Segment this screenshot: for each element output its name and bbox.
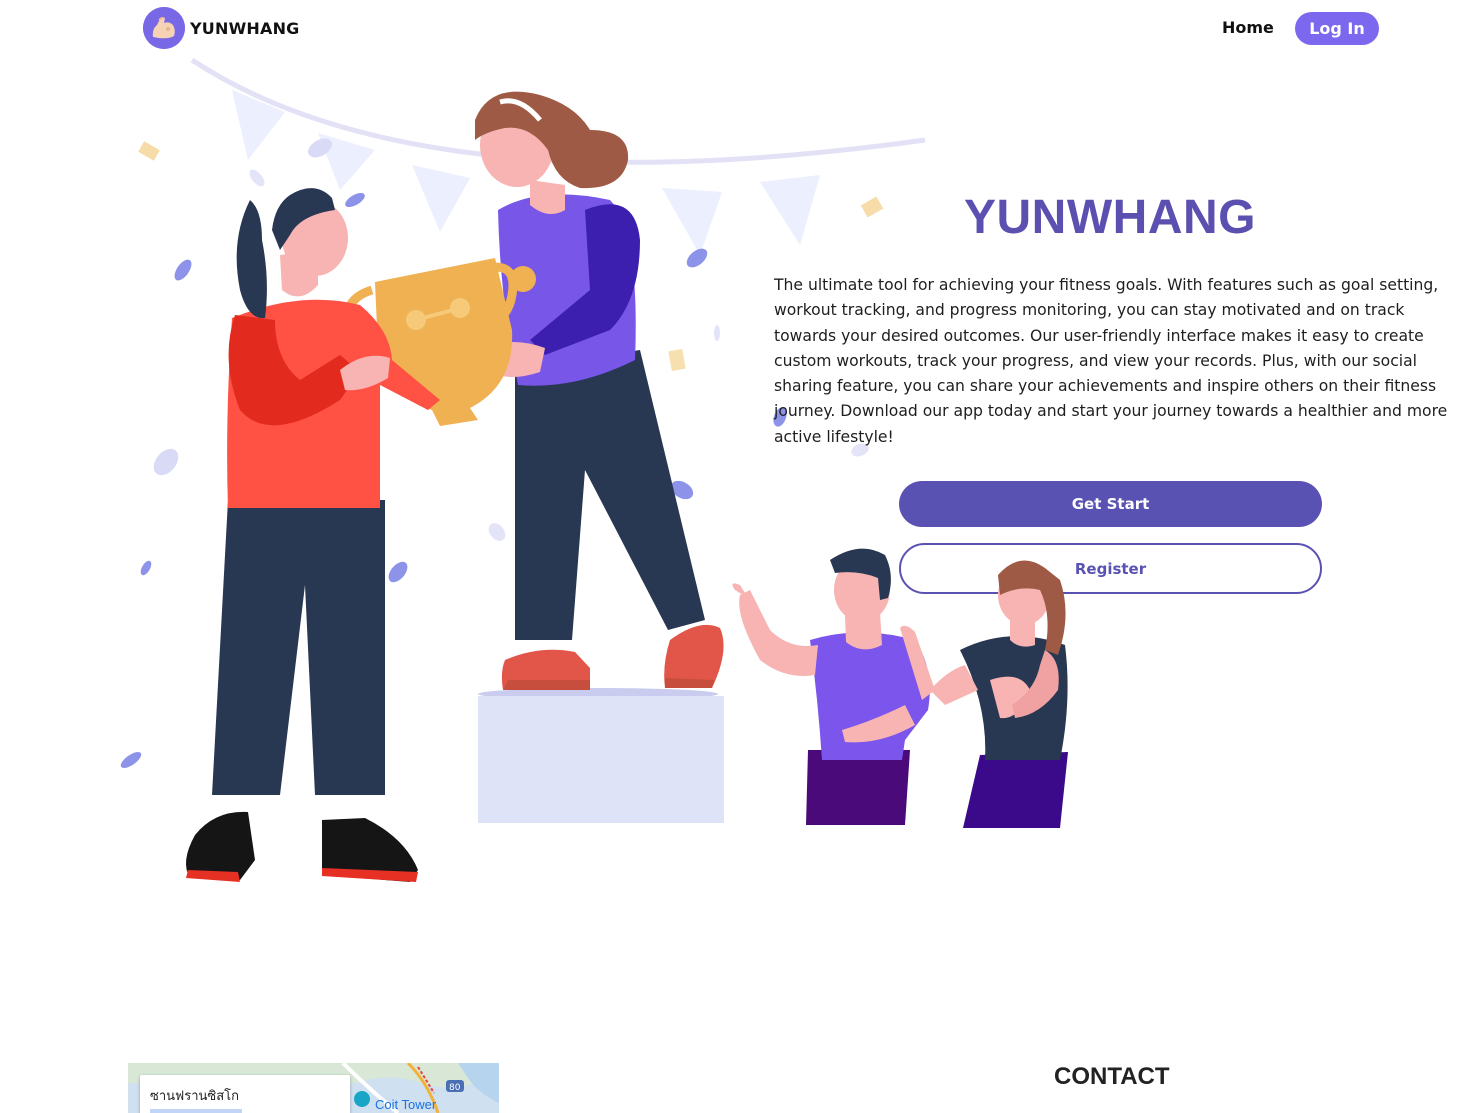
flexed-arm-icon [143, 7, 185, 49]
contact-heading: CONTACT [1054, 1063, 1170, 1090]
map-landmark-label: Coit Tower [375, 1097, 437, 1112]
map-place-name: ซานฟรานซิสโก [150, 1089, 239, 1104]
get-start-button[interactable]: Get Start [899, 481, 1322, 527]
svg-text:80: 80 [449, 1083, 461, 1093]
location-map[interactable]: 80 ซานฟรานซิสโก Coit Tower [128, 1063, 499, 1113]
map-place-card[interactable]: ซานฟรานซิสโก [140, 1075, 350, 1113]
hero-title: YUNWHANG [964, 191, 1256, 244]
nav-home-link[interactable]: Home [1222, 18, 1274, 37]
brand-name: YUNWHANG [190, 18, 300, 38]
login-button[interactable]: Log In [1295, 12, 1379, 45]
map-place-subtitle [150, 1109, 242, 1113]
brand-logo[interactable]: YUNWHANG [143, 7, 300, 49]
trophy-celebration-illustration [120, 57, 926, 882]
hero-description: The ultimate tool for achieving your fit… [774, 276, 1448, 446]
register-button[interactable]: Register [899, 543, 1322, 594]
map-pin-icon[interactable] [354, 1091, 370, 1107]
